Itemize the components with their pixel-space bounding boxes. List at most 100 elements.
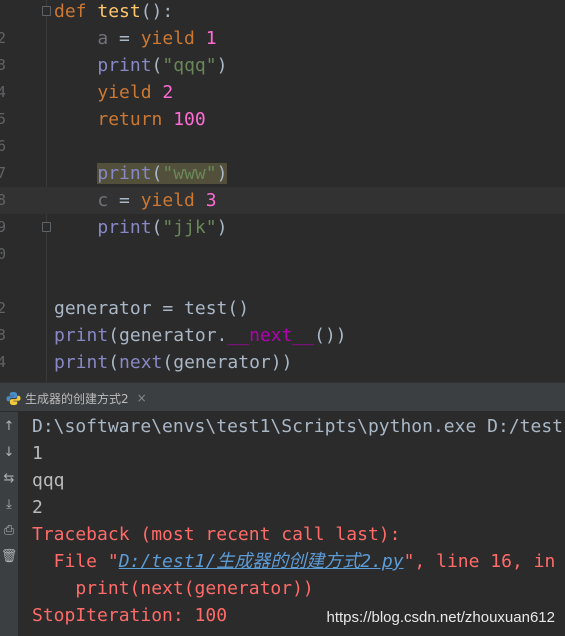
code-text: c = yield 3 <box>54 187 217 214</box>
console-command-line: D:\software\envs\test1\Scripts\python.ex… <box>32 416 564 437</box>
console-toolbar: ↑ ↓ ⇆ ⤓ ⎙ 🗑 <box>0 412 18 636</box>
run-tab[interactable]: 生成器的创建方式2 × <box>6 387 147 409</box>
code-token: print <box>54 352 109 373</box>
code-line[interactable]: 0 <box>0 241 565 268</box>
code-token: 2 <box>162 82 174 103</box>
code-token: (): <box>140 1 174 22</box>
down-arrow-icon[interactable]: ↓ <box>0 444 18 462</box>
code-token: "jjk" <box>162 217 217 238</box>
line-number: 5 <box>0 110 6 128</box>
code-token: ( <box>151 163 163 184</box>
soft-wrap-icon[interactable]: ⇆ <box>0 470 18 488</box>
code-line[interactable]: 4 yield 2 <box>0 79 565 106</box>
code-line[interactable]: 8 c = yield 3 <box>0 187 565 214</box>
line-number: 2 <box>0 299 6 317</box>
code-line[interactable]: 3 print("qqq") <box>0 52 565 79</box>
code-token: yield <box>140 190 206 211</box>
run-tab-label: 生成器的创建方式2 <box>25 391 129 406</box>
code-token: ( <box>151 55 163 76</box>
code-editor[interactable]: def test(): 2 a = yield 13 print("qqq") 4 … <box>0 0 565 382</box>
code-text: a = yield 1 <box>54 25 217 52</box>
run-tool-window-header: 生成器的创建方式2 × <box>0 382 565 412</box>
code-text: print("www") <box>54 160 228 187</box>
code-token: 3 <box>205 190 217 211</box>
line-number: 9 <box>0 218 6 236</box>
code-line[interactable]: 4 print(next(generator)) <box>0 349 565 376</box>
error-message: StopIteration: 100 <box>32 605 228 626</box>
traceback-code-line: print(next(generator)) <box>32 578 314 599</box>
code-text: generator = test() <box>54 295 249 322</box>
code-text: print(generator.__next__()) <box>54 322 347 349</box>
code-token: (generator)) <box>162 352 293 373</box>
code-text: print("jjk") <box>54 214 227 241</box>
code-token: 100 <box>173 109 206 130</box>
code-line[interactable]: 2 generator = test() <box>0 295 565 322</box>
line-number: 6 <box>0 137 6 155</box>
close-icon[interactable]: × <box>137 391 147 405</box>
code-token: def <box>54 1 98 22</box>
code-text: yield 2 <box>54 79 173 106</box>
up-arrow-icon[interactable]: ↑ <box>0 418 18 436</box>
run-console[interactable]: ↑ ↓ ⇆ ⤓ ⎙ 🗑 D:\software\envs\test1\Scrip… <box>0 412 565 636</box>
console-output-line: 1 <box>32 443 43 464</box>
code-line[interactable]: 9 print("jjk") <box>0 214 565 241</box>
fold-marker-icon[interactable] <box>42 6 51 16</box>
code-token: yield <box>97 82 163 103</box>
code-token: = <box>108 190 141 211</box>
code-token: ( <box>108 352 120 373</box>
scroll-to-end-icon[interactable]: ⤓ <box>0 496 18 514</box>
traceback-file-suffix: ", line 16, in <box>403 551 556 572</box>
code-line[interactable]: 3 print(generator.__next__()) <box>0 322 565 349</box>
code-token: ( <box>151 217 163 238</box>
line-number: 4 <box>0 353 6 371</box>
python-icon <box>6 391 21 405</box>
traceback-header: Traceback (most recent call last): <box>32 524 401 545</box>
code-token: c <box>54 190 109 211</box>
code-token: "www" <box>162 163 217 184</box>
trash-icon[interactable]: 🗑 <box>0 548 18 566</box>
console-output-line: qqq <box>32 470 65 491</box>
code-token: yield <box>140 28 206 49</box>
code-token: print <box>97 55 152 76</box>
code-line[interactable]: 5 return 100 <box>0 106 565 133</box>
code-token: ) <box>216 217 228 238</box>
code-token: ) <box>216 163 228 184</box>
print-icon[interactable]: ⎙ <box>0 522 18 540</box>
line-number: 4 <box>0 83 6 101</box>
code-token: ()) <box>314 325 347 346</box>
line-number: 2 <box>0 29 6 47</box>
code-token: a <box>54 28 109 49</box>
code-text: print("qqq") <box>54 52 227 79</box>
fold-marker-icon[interactable] <box>42 222 51 232</box>
code-token: ) <box>216 55 228 76</box>
code-line[interactable]: 6 <box>0 133 565 160</box>
traceback-file-line: File "D:/test1/生成器的创建方式2.py", line 16, i… <box>32 548 556 575</box>
line-number: 8 <box>0 191 6 209</box>
code-token: test <box>97 1 141 22</box>
source-file-link[interactable]: D:/test1/生成器的创建方式2.py <box>119 551 404 572</box>
code-token: "qqq" <box>162 55 217 76</box>
code-token: generator = test() <box>54 298 250 319</box>
code-text: return 100 <box>54 106 206 133</box>
code-token: print <box>97 217 152 238</box>
code-token: (generator. <box>108 325 228 346</box>
code-line[interactable]: 2 a = yield 1 <box>0 25 565 52</box>
code-token: return <box>97 109 174 130</box>
traceback-file-prefix: File " <box>32 551 119 572</box>
code-token: __next__ <box>227 325 315 346</box>
line-number: 3 <box>0 326 6 344</box>
code-line[interactable] <box>0 268 565 295</box>
code-token: print <box>54 325 109 346</box>
watermark-text: https://blog.csdn.net/zhouxuan612 <box>326 609 555 626</box>
code-text: def test(): <box>54 0 173 25</box>
line-number: 3 <box>0 56 6 74</box>
code-token: 1 <box>205 28 217 49</box>
code-line[interactable]: 7 print("www") <box>0 160 565 187</box>
code-token: print <box>97 163 152 184</box>
code-line[interactable]: def test(): <box>0 0 565 25</box>
